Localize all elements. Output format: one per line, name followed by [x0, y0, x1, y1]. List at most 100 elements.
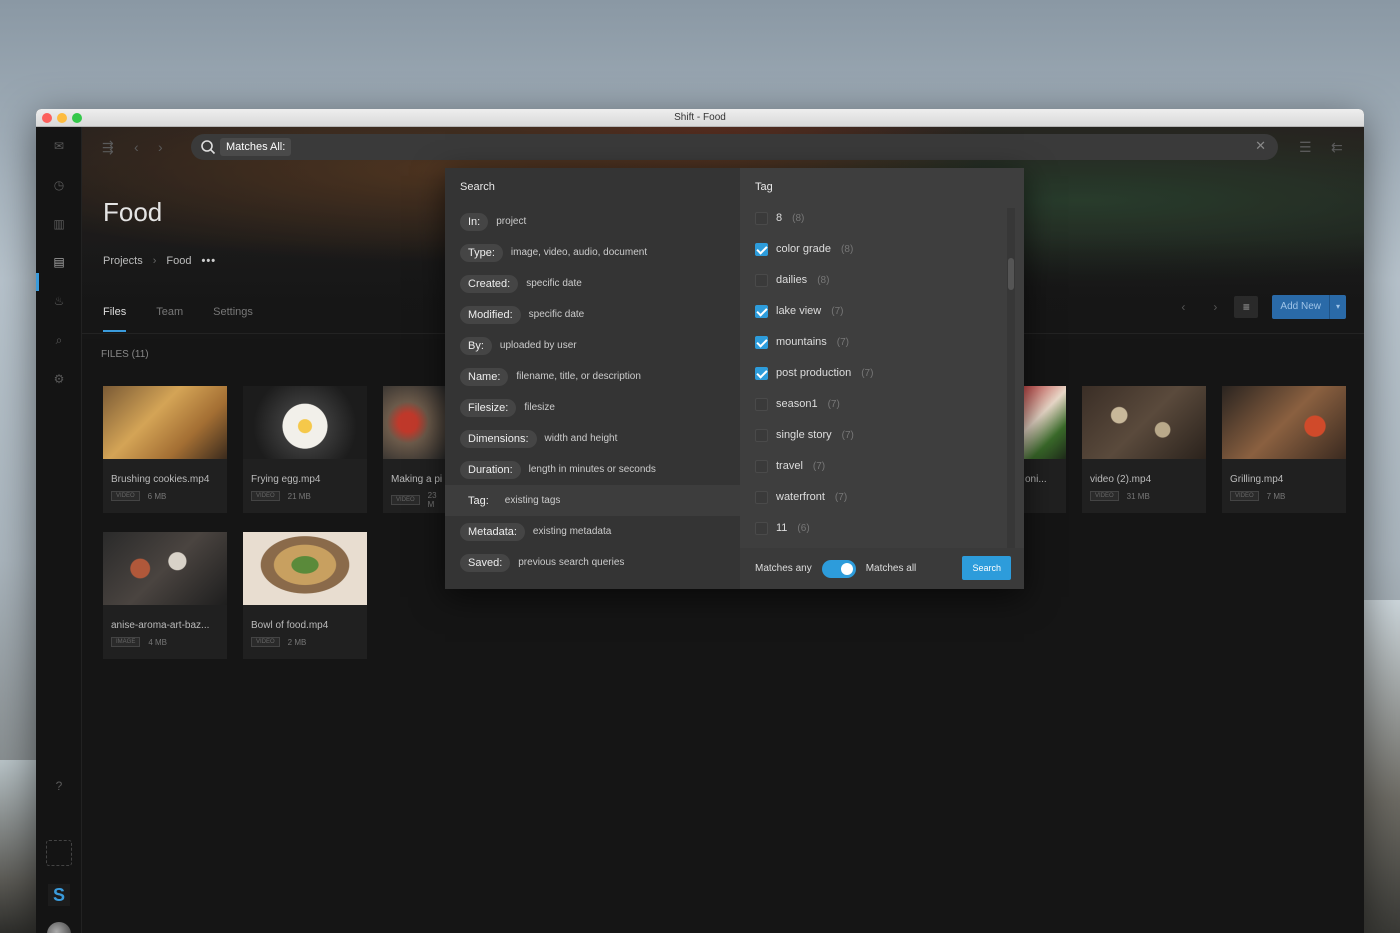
file-name: video (2).mp4: [1090, 474, 1152, 485]
tag-name: season1: [776, 398, 818, 410]
tag-option[interactable]: single story (7): [755, 425, 854, 445]
tag-name: waterfront: [776, 491, 825, 503]
scrollbar-thumb[interactable]: [1008, 258, 1014, 290]
file-card[interactable]: Grilling.mp4 VIDEO 7 MB: [1222, 386, 1346, 513]
inbox-icon[interactable]: ✉: [52, 139, 66, 153]
list-view-icon[interactable]: ☰: [1299, 139, 1312, 156]
file-card[interactable]: Making a pi VIDEO 23 M: [383, 386, 445, 513]
query-option-filesize[interactable]: Filesize: filesize: [445, 392, 740, 423]
file-size: 31 MB: [1126, 491, 1150, 501]
query-option-created[interactable]: Created: specific date: [445, 268, 740, 299]
query-option-dimensions[interactable]: Dimensions: width and height: [445, 423, 740, 454]
add-new-dropdown-icon[interactable]: ▾: [1328, 295, 1346, 319]
menu-toggle-icon[interactable]: ⇶: [102, 139, 114, 156]
back-arrow-icon[interactable]: ‹: [134, 139, 139, 155]
file-thumbnail: [103, 386, 227, 459]
tag-checkbox-checked[interactable]: [755, 242, 768, 256]
query-option-modified[interactable]: Modified: specific date: [445, 299, 740, 330]
match-mode-toggle[interactable]: [821, 559, 856, 578]
tag-option[interactable]: travel (7): [755, 456, 825, 476]
add-app-slot[interactable]: [46, 840, 72, 866]
tag-option[interactable]: dailies (8): [755, 270, 829, 290]
forward-arrow-icon[interactable]: ›: [158, 139, 163, 155]
background-mountain-right: [1360, 600, 1400, 933]
clock-icon[interactable]: ◷: [52, 178, 66, 192]
tag-option[interactable]: color grade (8): [755, 239, 853, 259]
project-tabs: Files Team Settings: [103, 306, 253, 332]
user-avatar[interactable]: [47, 922, 71, 933]
flame-icon[interactable]: ♨: [52, 294, 66, 308]
add-new-button[interactable]: Add New: [1272, 295, 1329, 319]
zoom-window-button[interactable]: [72, 113, 82, 123]
tag-option[interactable]: mountains (7): [755, 332, 849, 352]
tag-checkbox[interactable]: [755, 397, 768, 411]
query-value: previous search queries: [518, 557, 625, 568]
help-icon[interactable]: ?: [52, 779, 66, 793]
file-thumbnail: [243, 532, 367, 605]
file-card[interactable]: Frying egg.mp4 VIDEO 21 MB: [243, 386, 367, 513]
file-card[interactable]: Brushing cookies.mp4 VIDEO 6 MB: [103, 386, 227, 513]
shift-logo-icon[interactable]: S: [48, 884, 70, 906]
query-option-tag[interactable]: Tag: existing tags: [445, 485, 740, 516]
query-key: Filesize:: [460, 398, 517, 417]
more-options-icon[interactable]: •••: [202, 255, 217, 267]
tag-name: dailies: [776, 274, 808, 286]
tag-checkbox[interactable]: [755, 428, 768, 442]
search-nav-icon[interactable]: ⌕: [52, 333, 66, 347]
tab-settings[interactable]: Settings: [213, 306, 253, 332]
query-option-by[interactable]: By: uploaded by user: [445, 330, 740, 361]
query-option-in[interactable]: In: project: [445, 206, 740, 237]
prev-page-icon[interactable]: ‹: [1170, 296, 1196, 318]
files-count-label: FILES (11): [101, 349, 149, 360]
tag-checkbox[interactable]: [755, 211, 768, 225]
file-card[interactable]: l oni...: [1020, 386, 1066, 513]
breadcrumb-projects[interactable]: Projects: [103, 255, 143, 267]
tag-checkbox-checked[interactable]: [755, 366, 768, 380]
tag-checkbox[interactable]: [755, 490, 768, 504]
filter-icon[interactable]: ≡: [1234, 296, 1259, 318]
tab-files[interactable]: Files: [103, 306, 127, 332]
settings-gear-icon[interactable]: ⚙: [52, 372, 66, 386]
tag-option[interactable]: 8 (8): [755, 208, 804, 228]
tag-option[interactable]: post production (7): [755, 363, 873, 383]
search-bar[interactable]: Matches All: ✕: [191, 134, 1278, 160]
tag-option[interactable]: season1 (7): [755, 394, 840, 414]
file-card[interactable]: Bowl of food.mp4 VIDEO 2 MB: [243, 532, 367, 659]
close-window-button[interactable]: [42, 113, 52, 123]
tab-team[interactable]: Team: [156, 306, 183, 332]
clear-search-icon[interactable]: ✕: [1255, 138, 1266, 154]
file-name: l oni...: [1020, 474, 1047, 485]
chart-icon[interactable]: ▥: [52, 217, 66, 231]
tag-checkbox-checked[interactable]: [755, 335, 768, 349]
tag-option[interactable]: 11 (6): [755, 518, 810, 538]
tag-option[interactable]: waterfront (7): [755, 487, 847, 507]
sidebar: ✉ ◷ ▥ ▤ ♨ ⌕ ⚙ ? S: [36, 127, 82, 933]
query-option-saved[interactable]: Saved: previous search queries: [445, 547, 740, 578]
projects-icon[interactable]: ▤: [52, 255, 66, 269]
query-option-name[interactable]: Name: filename, title, or description: [445, 361, 740, 392]
next-page-icon[interactable]: ›: [1202, 296, 1228, 318]
tag-count: (7): [861, 367, 874, 379]
tag-count: (7): [827, 398, 840, 410]
tag-checkbox[interactable]: [755, 273, 768, 287]
query-key: Name:: [460, 367, 509, 386]
query-key: By:: [460, 336, 492, 355]
minimize-window-button[interactable]: [57, 113, 67, 123]
tag-scrollbar[interactable]: [1007, 208, 1015, 548]
tag-checkbox-checked[interactable]: [755, 304, 768, 318]
query-option-duration[interactable]: Duration: length in minutes or seconds: [445, 454, 740, 485]
tag-checkbox[interactable]: [755, 459, 768, 473]
file-toolbar: ‹ › ≡ Add New ▾: [1170, 295, 1346, 319]
tag-option[interactable]: lake view (7): [755, 301, 843, 321]
file-card[interactable]: anise-aroma-art-baz... IMAGE 4 MB: [103, 532, 227, 659]
query-option-metadata[interactable]: Metadata: existing metadata: [445, 516, 740, 547]
tag-name: single story: [776, 429, 832, 441]
toggle-knob: [840, 562, 853, 575]
query-option-type[interactable]: Type: image, video, audio, document: [445, 237, 740, 268]
file-card[interactable]: video (2).mp4 VIDEO 31 MB: [1082, 386, 1206, 513]
search-button[interactable]: Search: [962, 556, 1011, 580]
search-filter-chip[interactable]: Matches All:: [220, 138, 292, 156]
tag-name: post production: [776, 367, 852, 379]
tag-checkbox[interactable]: [755, 521, 768, 535]
panel-toggle-icon[interactable]: ⇇: [1331, 139, 1343, 156]
